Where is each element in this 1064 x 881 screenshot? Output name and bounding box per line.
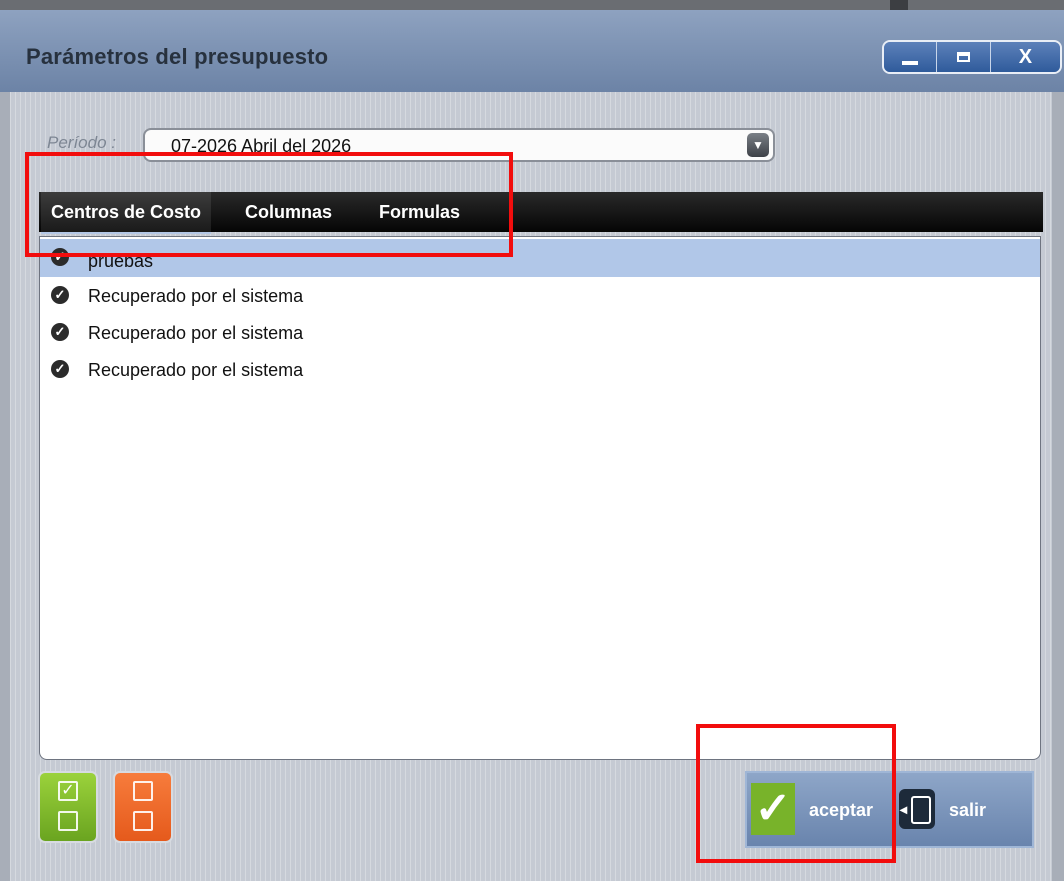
- checklist-check-icon: ✓: [58, 781, 78, 801]
- window-titlebar[interactable]: Parámetros del presupuesto X: [0, 10, 1064, 93]
- cost-center-list[interactable]: ✓ pruebas ✓ Recuperado por el sistema ✓ …: [39, 236, 1041, 760]
- close-icon: X: [1018, 45, 1033, 68]
- maximize-icon: [957, 52, 971, 62]
- left-edge: [0, 92, 10, 881]
- window-title: Parámetros del presupuesto: [26, 44, 329, 69]
- list-item[interactable]: ✓ Recuperado por el sistema: [40, 314, 1040, 352]
- list-item-label: Recuperado por el sistema: [88, 286, 304, 306]
- minimize-icon: [902, 61, 919, 65]
- checkbox-checked-icon[interactable]: ✓: [51, 360, 69, 378]
- checkbox-checked-icon[interactable]: ✓: [51, 286, 69, 304]
- right-edge: [1052, 92, 1064, 881]
- top-strip-notch: [890, 0, 908, 10]
- close-button[interactable]: X: [990, 42, 1060, 72]
- uncheck-all-button[interactable]: [113, 771, 173, 843]
- list-item[interactable]: ✓ Recuperado por el sistema: [40, 351, 1040, 389]
- chevron-down-icon[interactable]: ▼: [747, 133, 769, 157]
- arrow-left-icon: ◂: [900, 801, 908, 817]
- list-item-label: Recuperado por el sistema: [88, 323, 304, 343]
- period-label: Período :: [47, 133, 116, 152]
- minimize-button[interactable]: [884, 42, 938, 72]
- window-controls: X: [882, 40, 1062, 74]
- annotation-box-tabs: [25, 152, 513, 257]
- checkbox-checked-icon[interactable]: ✓: [51, 323, 69, 341]
- list-item-label: Recuperado por el sistema: [88, 360, 304, 380]
- top-strip: [0, 0, 1064, 10]
- checklist-empty-icon: [133, 811, 153, 831]
- exit-button[interactable]: salir: [949, 800, 986, 821]
- check-all-button[interactable]: ✓: [38, 771, 98, 843]
- exit-icon[interactable]: ◂: [899, 789, 935, 829]
- checklist-empty-icon: [133, 781, 153, 801]
- list-item[interactable]: ✓ Recuperado por el sistema: [40, 277, 1040, 315]
- checklist-empty-icon: [58, 811, 78, 831]
- maximize-button[interactable]: [937, 42, 991, 72]
- annotation-box-accept: [696, 724, 896, 863]
- door-icon: [911, 796, 931, 824]
